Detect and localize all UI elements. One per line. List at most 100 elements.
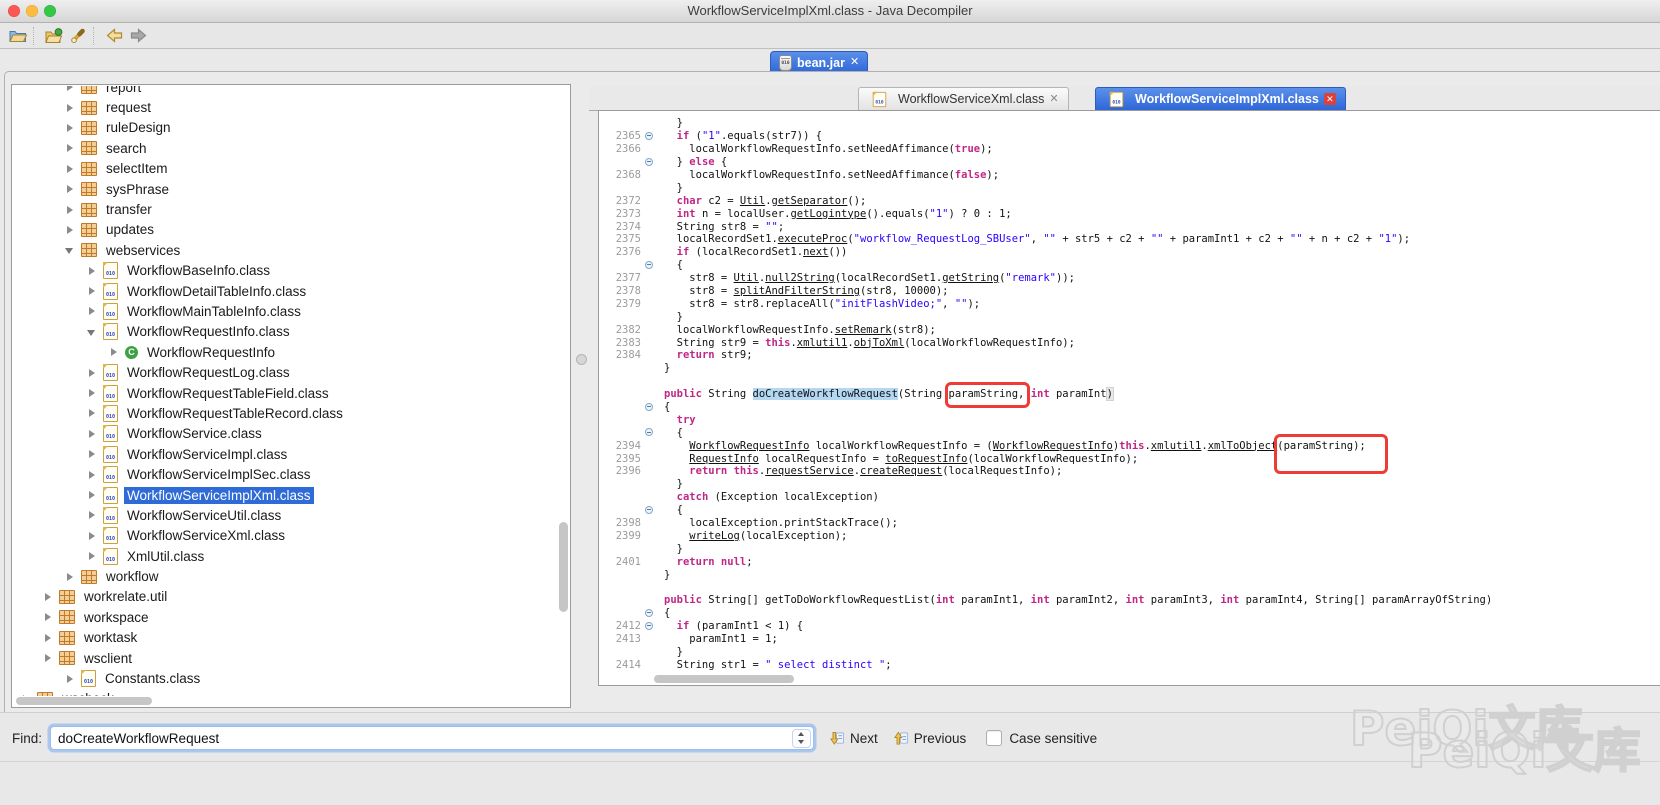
code-link[interactable]: xmlToObject xyxy=(1208,440,1278,452)
tree-item-workflowrequestinfo-class[interactable]: WorkflowRequestInfo.class xyxy=(13,322,557,342)
chevron-right-icon[interactable] xyxy=(65,103,77,113)
tree-item-workflowdetailtableinfo-class[interactable]: WorkflowDetailTableInfo.class xyxy=(13,281,557,301)
tree-item-workrelate-util[interactable]: workrelate.util xyxy=(13,587,557,607)
code-link[interactable]: WorkflowRequestInfo xyxy=(689,440,809,452)
open-type-icon[interactable] xyxy=(42,25,66,47)
chevron-right-icon[interactable] xyxy=(65,674,77,684)
fold-collapse-icon[interactable] xyxy=(641,504,658,517)
tree-item-report[interactable]: report xyxy=(13,86,557,97)
tree-item-wscheck[interactable]: wscheck xyxy=(13,689,557,696)
code-link[interactable]: WorkflowRequestInfo xyxy=(993,440,1113,452)
code-link[interactable]: setRemark xyxy=(835,324,892,336)
chevron-down-icon[interactable] xyxy=(87,327,99,337)
chevron-right-icon[interactable] xyxy=(65,572,77,582)
chevron-right-icon[interactable] xyxy=(87,388,99,398)
chevron-right-icon[interactable] xyxy=(43,592,55,602)
close-icon[interactable]: ✕ xyxy=(1324,93,1336,105)
code-link[interactable]: createRequest xyxy=(860,465,942,477)
code-link[interactable]: toRequestInfo xyxy=(885,453,967,465)
tree-item-workflowrequestlog-class[interactable]: WorkflowRequestLog.class xyxy=(13,362,557,382)
chevron-right-icon[interactable] xyxy=(65,164,77,174)
close-icon[interactable]: ✕ xyxy=(850,57,859,68)
split-divider-handle[interactable] xyxy=(576,354,587,365)
find-input[interactable] xyxy=(51,727,792,749)
tree-item-workflowrequestinfo[interactable]: WorkflowRequestInfo xyxy=(13,342,557,362)
chevron-right-icon[interactable] xyxy=(87,490,99,500)
chevron-right-icon[interactable] xyxy=(43,633,55,643)
chevron-right-icon[interactable] xyxy=(87,449,99,459)
fold-collapse-icon[interactable] xyxy=(641,130,658,143)
tree-item-search[interactable]: search xyxy=(13,138,557,158)
chevron-right-icon[interactable] xyxy=(87,510,99,520)
tree-item-workflowserviceimplxml-class[interactable]: WorkflowServiceImplXml.class xyxy=(13,485,557,505)
fold-collapse-icon[interactable] xyxy=(641,156,658,169)
code-link[interactable]: writeLog xyxy=(689,530,740,542)
chevron-right-icon[interactable] xyxy=(65,86,77,92)
code-link[interactable]: splitAndFilterString xyxy=(734,285,860,297)
code-link[interactable]: next xyxy=(803,246,828,258)
code-link[interactable]: executeProc xyxy=(778,233,848,245)
fold-collapse-icon[interactable] xyxy=(641,620,658,633)
back-icon[interactable] xyxy=(102,25,126,47)
chevron-right-icon[interactable] xyxy=(43,653,55,663)
chevron-right-icon[interactable] xyxy=(87,429,99,439)
code-link[interactable]: objToXml xyxy=(854,337,905,349)
tree-item-workflowbaseinfo-class[interactable]: WorkflowBaseInfo.class xyxy=(13,261,557,281)
chevron-right-icon[interactable] xyxy=(65,123,77,133)
chevron-right-icon[interactable] xyxy=(65,143,77,153)
code-link[interactable]: xmlutil1 xyxy=(1151,440,1202,452)
tree-item-workflowmaintableinfo-class[interactable]: WorkflowMainTableInfo.class xyxy=(13,301,557,321)
chevron-right-icon[interactable] xyxy=(87,531,99,541)
chevron-right-icon[interactable] xyxy=(87,470,99,480)
chevron-right-icon[interactable] xyxy=(87,368,99,378)
tree-item-workflowserviceimplsec-class[interactable]: WorkflowServiceImplSec.class xyxy=(13,464,557,484)
chevron-right-icon[interactable] xyxy=(65,184,77,194)
case-sensitive-checkbox[interactable] xyxy=(986,730,1002,746)
tree-item-selectitem[interactable]: selectItem xyxy=(13,159,557,179)
tab-workflowservicexml-class[interactable]: WorkflowServiceXml.class ✕ xyxy=(858,87,1069,110)
tree-item-xmlutil-class[interactable]: XmlUtil.class xyxy=(13,546,557,566)
chevron-right-icon[interactable] xyxy=(87,286,99,296)
code-link[interactable]: null2String xyxy=(765,272,835,284)
chevron-down-icon[interactable] xyxy=(65,245,77,255)
zoom-window-button[interactable] xyxy=(44,5,56,17)
code-link[interactable]: getSeparator xyxy=(772,195,848,207)
fold-collapse-icon[interactable] xyxy=(641,259,658,272)
tree-vertical-scrollbar[interactable] xyxy=(559,522,568,612)
tree-item-constants-class[interactable]: Constants.class xyxy=(13,668,557,688)
fold-collapse-icon[interactable] xyxy=(641,607,658,620)
find-next-button[interactable]: Next xyxy=(830,731,878,746)
chevron-right-icon[interactable] xyxy=(87,551,99,561)
chevron-right-icon[interactable] xyxy=(87,306,99,316)
code-link[interactable]: xmlutil1 xyxy=(797,337,848,349)
code-link[interactable]: getString xyxy=(942,272,999,284)
code-link[interactable]: RequestInfo xyxy=(689,453,759,465)
tree-item-webservices[interactable]: webservices xyxy=(13,240,557,260)
close-icon[interactable]: ✕ xyxy=(1049,94,1058,105)
forward-icon[interactable] xyxy=(126,25,150,47)
tree-item-workflowserviceutil-class[interactable]: WorkflowServiceUtil.class xyxy=(13,505,557,525)
tree-horizontal-scrollbar[interactable] xyxy=(16,697,152,705)
chevron-right-icon[interactable] xyxy=(87,408,99,418)
code-link[interactable]: Util xyxy=(740,195,765,207)
tree-item-updates[interactable]: updates xyxy=(13,220,557,240)
open-file-icon[interactable] xyxy=(6,25,30,47)
tree-item-workflowservice-class[interactable]: WorkflowService.class xyxy=(13,424,557,444)
close-window-button[interactable] xyxy=(8,5,20,17)
code-horizontal-scrollbar[interactable] xyxy=(654,675,794,683)
tree-item-ruledesign[interactable]: ruleDesign xyxy=(13,118,557,138)
tab-bean-jar[interactable]: bean.jar ✕ xyxy=(770,51,868,73)
tree-item-transfer[interactable]: transfer xyxy=(13,199,557,219)
tree-item-workflowservicexml-class[interactable]: WorkflowServiceXml.class xyxy=(13,526,557,546)
find-previous-button[interactable]: Previous xyxy=(894,731,967,746)
chevron-right-icon[interactable] xyxy=(109,347,121,357)
chevron-right-icon[interactable] xyxy=(21,694,33,696)
tree-item-workflowrequesttablefield-class[interactable]: WorkflowRequestTableField.class xyxy=(13,383,557,403)
search-icon[interactable] xyxy=(66,25,90,47)
tree-item-workflow[interactable]: workflow xyxy=(13,566,557,586)
find-history-stepper[interactable] xyxy=(792,729,811,748)
tree-item-worktask[interactable]: worktask xyxy=(13,628,557,648)
code-link[interactable]: requestService xyxy=(765,465,854,477)
chevron-right-icon[interactable] xyxy=(65,225,77,235)
tab-workflowserviceimplxml-class[interactable]: WorkflowServiceImplXml.class ✕ xyxy=(1095,87,1346,110)
